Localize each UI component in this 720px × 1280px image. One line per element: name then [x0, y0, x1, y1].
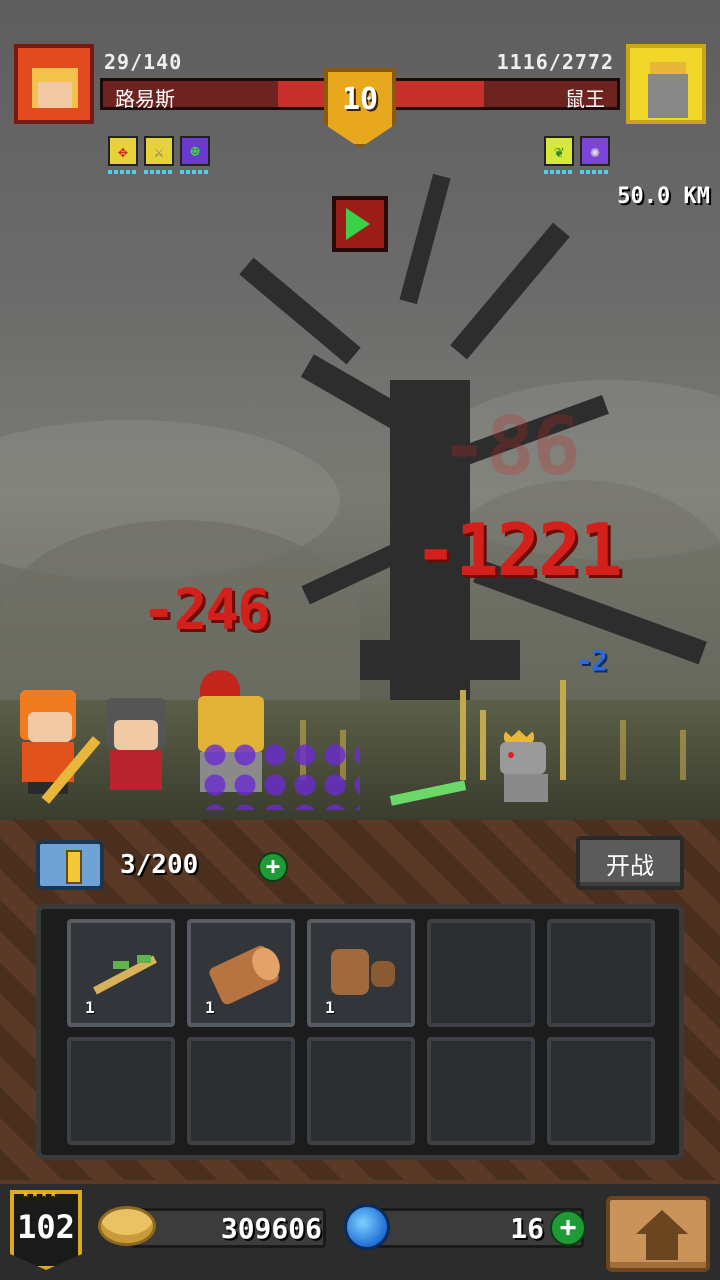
- hero-mage[interactable]: [102, 698, 172, 798]
- claw-buff-icon[interactable]: ✺: [580, 136, 610, 166]
- rank-stars: ★★★★: [22, 1186, 59, 1200]
- inventory-slot[interactable]: [67, 1037, 175, 1145]
- branch-icon: [85, 941, 157, 1001]
- gem-icon: [344, 1204, 390, 1250]
- target-buff-icon[interactable]: ✥: [108, 136, 138, 166]
- inventory-slot[interactable]: [547, 919, 655, 1027]
- home-icon: [636, 1210, 688, 1234]
- hero-damage-number: -246: [142, 578, 271, 643]
- leather-icon: [325, 941, 397, 1001]
- gold-coin-icon: [98, 1206, 156, 1246]
- backpack-icon[interactable]: [36, 840, 104, 890]
- poison-effect: [200, 740, 360, 810]
- inventory-slot[interactable]: 1: [307, 919, 415, 1027]
- small-damage-number: -2: [576, 644, 608, 677]
- inventory-slot[interactable]: [307, 1037, 415, 1145]
- hero-portrait[interactable]: [14, 44, 94, 124]
- inventory-grid: 1 1 1: [36, 904, 684, 1160]
- faded-damage-number: -86: [440, 400, 580, 493]
- boss-hp-text: 1116/2772: [496, 50, 614, 74]
- start-battle-button[interactable]: 开战: [576, 836, 684, 890]
- boss-name: 鼠王: [565, 87, 605, 111]
- poison-buff-icon[interactable]: ☻: [180, 136, 210, 166]
- nature-buff-icon[interactable]: ❦: [544, 136, 574, 166]
- hero-hp-bar: 路易斯: [100, 78, 328, 111]
- inventory-slot[interactable]: 1: [67, 919, 175, 1027]
- hero-hp-text: 29/140: [104, 50, 183, 74]
- boss-portrait[interactable]: [626, 44, 706, 124]
- item-quantity: 1: [85, 998, 95, 1017]
- item-quantity: 1: [205, 998, 215, 1017]
- player-level-text: 102: [17, 1208, 75, 1246]
- inventory-slot[interactable]: [427, 1037, 535, 1145]
- inventory-slot[interactable]: [187, 1037, 295, 1145]
- gold-amount: 309606: [220, 1212, 322, 1245]
- add-gems-button[interactable]: +: [550, 1210, 586, 1246]
- sword-buff-icon[interactable]: ⚔: [144, 136, 174, 166]
- rat-king-enemy[interactable]: [496, 730, 566, 806]
- expand-inventory-button[interactable]: +: [258, 852, 288, 882]
- hero-archer[interactable]: [16, 690, 86, 800]
- hero-name: 路易斯: [115, 87, 175, 111]
- boss-hp-bar: 鼠王: [392, 78, 620, 111]
- item-quantity: 1: [325, 998, 335, 1017]
- inventory-slot[interactable]: [427, 919, 535, 1027]
- auto-speed-button[interactable]: [332, 196, 388, 252]
- inventory-count: 3/200: [120, 850, 199, 880]
- player-level-badge[interactable]: 102: [10, 1190, 82, 1270]
- inventory-slot[interactable]: 1: [187, 919, 295, 1027]
- play-icon: [346, 208, 370, 240]
- distance-label: 50.0 KM: [617, 184, 710, 209]
- gem-amount: 16: [510, 1212, 544, 1245]
- home-button[interactable]: [606, 1196, 710, 1272]
- inventory-slot[interactable]: [547, 1037, 655, 1145]
- stage-level-text: 10: [341, 82, 379, 117]
- wood-log-icon: [205, 941, 285, 1007]
- boss-damage-number: -1221: [414, 508, 623, 592]
